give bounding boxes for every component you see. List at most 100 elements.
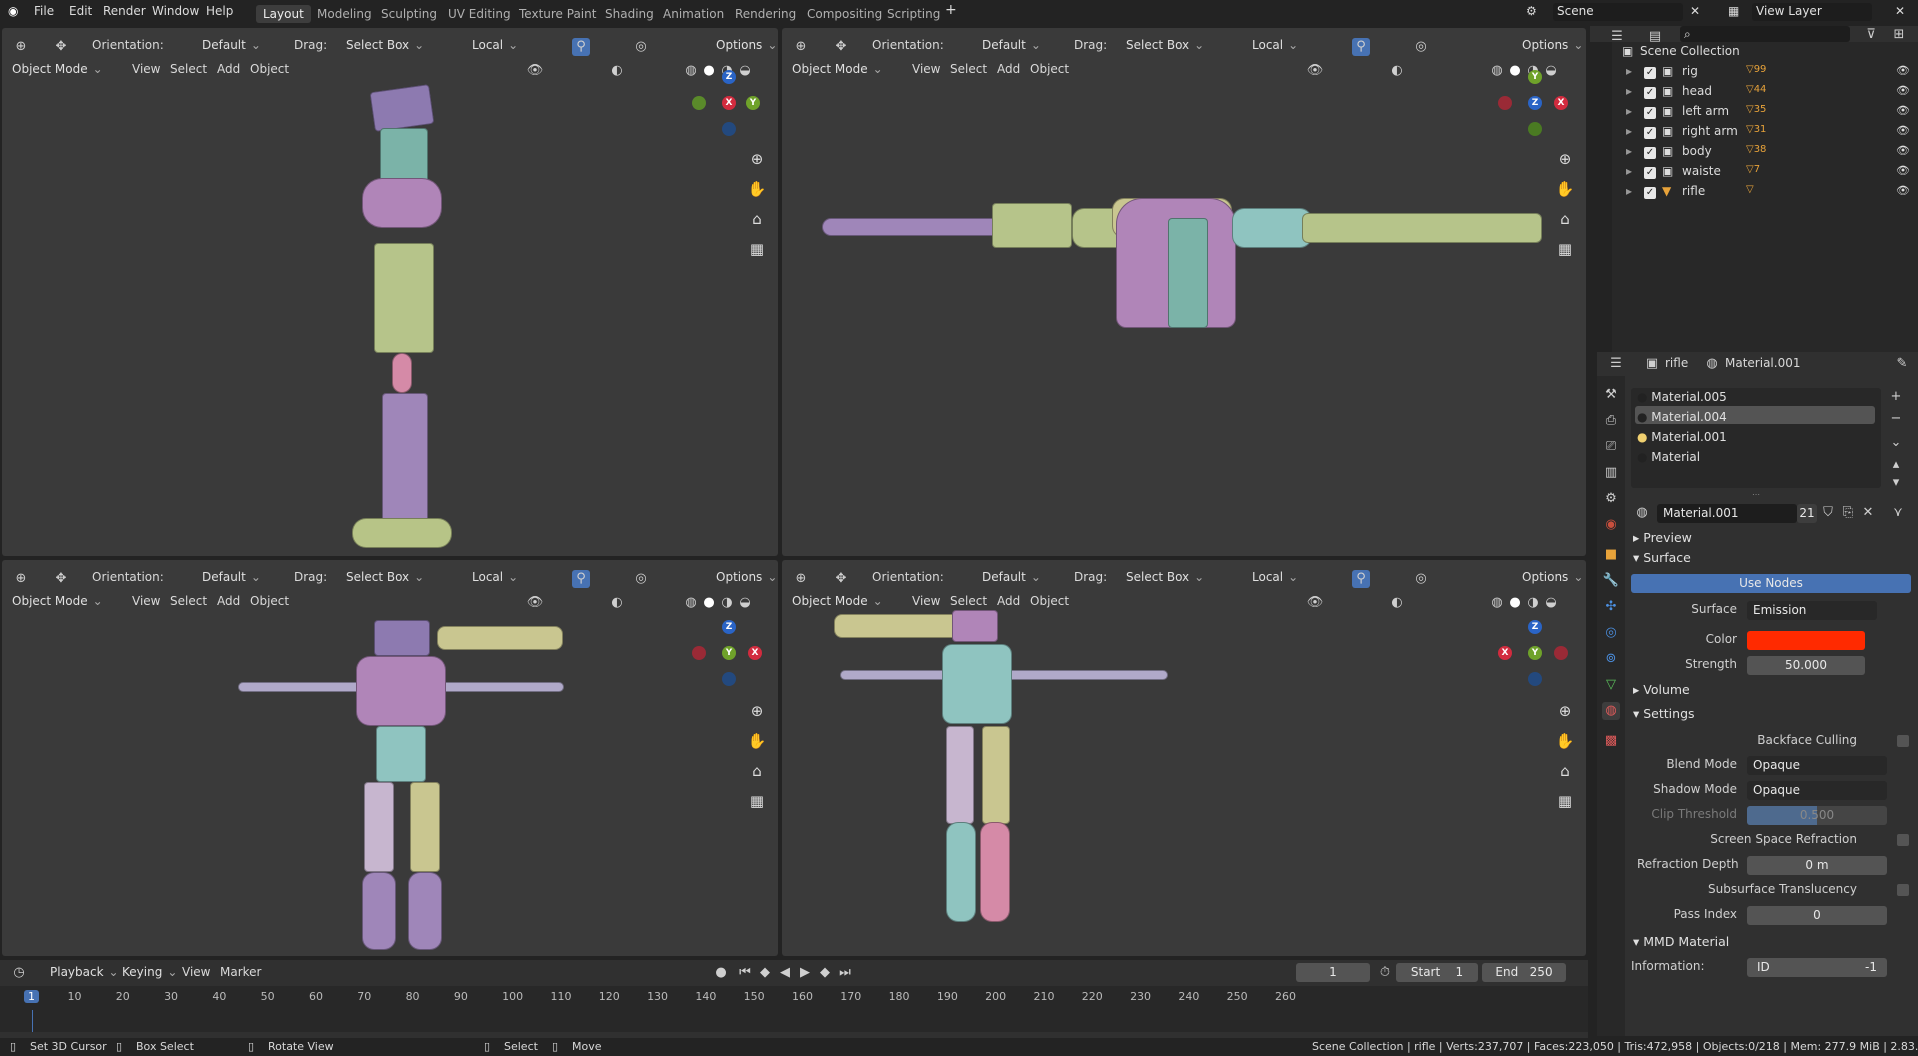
menu-object[interactable]: Object [250, 62, 289, 76]
snap-icon[interactable]: ⚲ [1352, 570, 1370, 588]
ssr-checkbox[interactable] [1897, 834, 1909, 846]
solid-shading-icon[interactable]: ● [1506, 594, 1524, 612]
material-name-field[interactable]: Material.001 [1657, 504, 1797, 523]
menu-view[interactable]: View [132, 62, 160, 76]
overlay-icon[interactable]: ◐ [608, 62, 626, 80]
tab-compositing[interactable]: Compositing [800, 5, 889, 23]
viewport-front[interactable]: ⊕ ✥ Orientation: Default Drag: Select Bo… [2, 560, 778, 956]
view-layer-tab-icon[interactable]: ▥ [1602, 464, 1620, 482]
unlink-material-icon[interactable]: ✕ [1859, 504, 1877, 522]
menu-object[interactable]: Object [1030, 594, 1069, 608]
link-browse-icon[interactable]: ⋎ [1889, 504, 1907, 522]
outliner-root[interactable]: ▣ Scene Collection [1612, 44, 1918, 64]
menu-window[interactable]: Window [152, 4, 199, 18]
gizmo-neg-z[interactable] [1528, 672, 1542, 686]
information-field[interactable]: ID -1 [1747, 958, 1887, 977]
options-dropdown[interactable]: Options [716, 38, 777, 52]
marker-menu[interactable]: Marker [220, 965, 261, 979]
menu-select[interactable]: Select [170, 62, 207, 76]
wireframe-shading-icon[interactable]: ◍ [1488, 62, 1506, 80]
tab-modeling[interactable]: Modeling [310, 5, 379, 23]
gizmo-neg-x[interactable] [692, 646, 706, 660]
pan-hand-icon[interactable]: ✋ [746, 178, 768, 200]
visibility-eye-icon[interactable]: 👁 [1896, 64, 1910, 77]
exclude-checkbox[interactable]: ✓ [1644, 147, 1656, 159]
transform-pivot-dropdown[interactable]: Local [1252, 570, 1298, 584]
menu-view[interactable]: View [132, 594, 160, 608]
drag-dropdown[interactable]: Select Box [1126, 570, 1204, 584]
tab-shading[interactable]: Shading [598, 5, 661, 23]
editor-type-icon[interactable]: ⊕ [792, 570, 810, 588]
sss-checkbox[interactable] [1897, 884, 1909, 896]
timeline-view-menu[interactable]: View [182, 965, 210, 979]
visibility-eye-icon[interactable]: 👁 [1896, 144, 1910, 157]
rendered-shading-icon[interactable]: ◒ [736, 594, 754, 612]
options-dropdown[interactable]: Options [1522, 38, 1583, 52]
visibility-eye-icon[interactable]: 👁 [1896, 84, 1910, 97]
expand-icon[interactable]: ▸ [1626, 144, 1632, 158]
snap-icon[interactable]: ⚲ [572, 38, 590, 56]
outliner-item[interactable]: ▸ ✓ ▣ body ▽38 👁 [1612, 144, 1918, 164]
zoom-icon[interactable]: ⊕ [746, 700, 768, 722]
outliner-item[interactable]: ▸ ✓ ▣ rig ▽99 👁 [1612, 64, 1918, 84]
zoom-icon[interactable]: ⊕ [1554, 700, 1576, 722]
section-settings[interactable]: ▾ Settings [1633, 706, 1695, 721]
editor-type-icon[interactable]: ⊕ [12, 570, 30, 588]
visibility-icon[interactable]: 👁 [526, 594, 544, 612]
tab-texture-paint[interactable]: Texture Paint [512, 5, 603, 23]
grid-icon[interactable]: ▦ [746, 790, 768, 812]
snap-icon[interactable]: ⚲ [1352, 38, 1370, 56]
rendered-shading-icon[interactable]: ◒ [1542, 62, 1560, 80]
camera-icon[interactable]: ⌂ [1554, 208, 1576, 230]
menu-add[interactable]: Add [217, 62, 240, 76]
camera-icon[interactable]: ⌂ [746, 760, 768, 782]
gizmo-x-axis[interactable]: X [1554, 96, 1568, 110]
constraints-tab-icon[interactable]: ⊚ [1602, 650, 1620, 668]
gizmo-x-axis[interactable]: X [722, 96, 736, 110]
scene-icon[interactable]: ⚙ [1526, 4, 1537, 18]
menu-render[interactable]: Render [103, 4, 146, 18]
zoom-icon[interactable]: ⊕ [1554, 148, 1576, 170]
tab-animation[interactable]: Animation [656, 5, 731, 23]
grid-icon[interactable]: ▦ [1554, 790, 1576, 812]
rendered-shading-icon[interactable]: ◒ [736, 62, 754, 80]
texture-tab-icon[interactable]: ▩ [1602, 732, 1620, 750]
tab-uv-editing[interactable]: UV Editing [441, 5, 518, 23]
outliner-search-input[interactable]: ⌕ [1680, 26, 1850, 42]
gizmo-y-axis[interactable]: Y [1528, 70, 1542, 84]
record-icon[interactable]: ● [712, 964, 730, 982]
stopwatch-icon[interactable]: ⏱ [1376, 964, 1394, 982]
slot-specials-icon[interactable]: ⌄ [1887, 434, 1905, 452]
editor-type-icon[interactable]: ⊕ [12, 38, 30, 56]
gizmo-y-axis[interactable]: Y [746, 96, 760, 110]
expand-icon[interactable]: ▸ [1626, 124, 1632, 138]
gizmo-z-axis[interactable]: Z [1528, 620, 1542, 634]
proportional-edit-icon[interactable]: ◎ [1412, 570, 1430, 588]
section-preview[interactable]: ▸ Preview [1633, 530, 1692, 545]
pin-icon[interactable]: ✎ [1893, 355, 1911, 373]
material-slot[interactable]: ● Material.001 [1637, 430, 1727, 444]
close-view-layer-icon[interactable]: ✕ [1895, 4, 1905, 18]
solid-shading-icon[interactable]: ● [1506, 62, 1524, 80]
material-shading-icon[interactable]: ◑ [718, 594, 736, 612]
tab-sculpting[interactable]: Sculpting [374, 5, 444, 23]
exclude-checkbox[interactable]: ✓ [1644, 167, 1656, 179]
section-volume[interactable]: ▸ Volume [1633, 682, 1690, 697]
prev-keyframe-icon[interactable]: ◆ [756, 964, 774, 982]
shadow-mode-dropdown[interactable]: Opaque [1747, 781, 1887, 800]
gizmo-x-axis[interactable]: X [748, 646, 762, 660]
tab-layout[interactable]: Layout [256, 5, 311, 23]
tool-tab-icon[interactable]: ⚒ [1602, 386, 1620, 404]
menu-object[interactable]: Object [250, 594, 289, 608]
gizmo-neg-z[interactable] [722, 122, 736, 136]
clip-threshold-slider[interactable]: 0.500 [1747, 806, 1887, 825]
move-tool-icon[interactable]: ✥ [52, 38, 70, 56]
gizmo-y-axis[interactable]: Y [1528, 646, 1542, 660]
data-tab-icon[interactable]: ▽ [1602, 676, 1620, 694]
visibility-eye-icon[interactable]: 👁 [1896, 184, 1910, 197]
duplicate-material-icon[interactable]: ⎘ [1839, 504, 1857, 522]
overlay-icon[interactable]: ◐ [1388, 594, 1406, 612]
remove-slot-icon[interactable]: − [1887, 410, 1905, 428]
viewport-back[interactable]: ⊕ ✥ Orientation: Default Drag: Select Bo… [782, 560, 1586, 956]
visibility-icon[interactable]: 👁 [526, 62, 544, 80]
